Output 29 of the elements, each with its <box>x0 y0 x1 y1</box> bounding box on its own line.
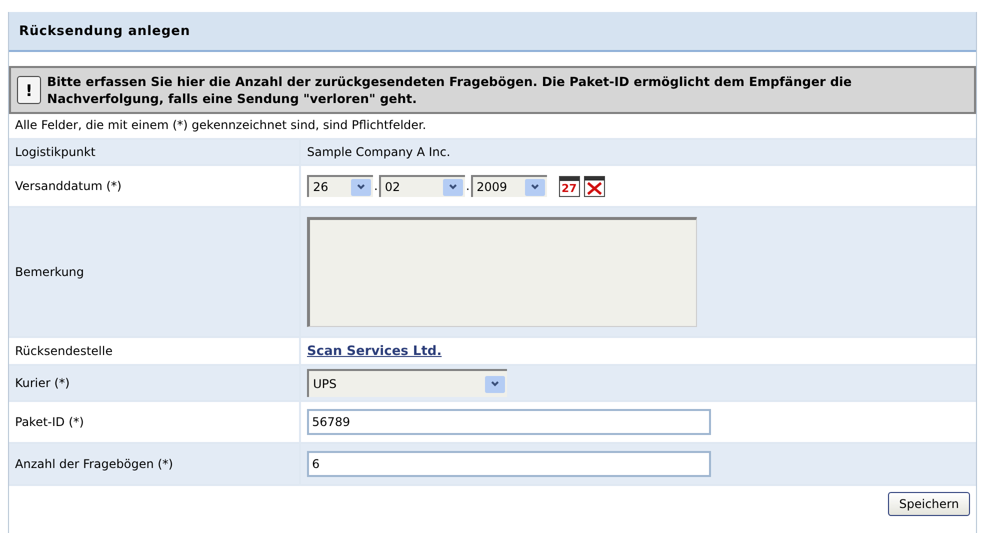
warning-icon: ! <box>17 76 41 104</box>
year-select[interactable]: 2009 <box>470 175 547 197</box>
calendar-icon[interactable]: 27 <box>558 176 580 196</box>
field-label: Kurier (*) <box>15 376 70 390</box>
input-field[interactable]: 56789 <box>307 409 711 435</box>
date-separator: . <box>373 179 379 193</box>
field-label: Versanddatum (*) <box>15 179 122 193</box>
remark-textarea[interactable] <box>307 217 697 327</box>
save-button[interactable]: Speichern <box>888 492 970 516</box>
input-field[interactable]: 6 <box>307 451 711 477</box>
date-separator: . <box>464 179 471 193</box>
panel-title: Rücksendung anlegen <box>19 24 190 38</box>
courier-select[interactable]: UPS <box>307 369 507 397</box>
notice-text: Bitte erfassen Sie hier die Anzahl der zurückgesendeten Fragebögen. Die Paket-ID ermöglicht dem Empfänger die Nachverfolgung, falls eine Sendung "verloren" geht. <box>47 73 853 107</box>
field-value: Sample Company A Inc. <box>307 145 450 159</box>
field-label: Logistikpunkt <box>15 145 96 159</box>
field-label: Rücksendestelle <box>15 344 113 358</box>
caret-icon <box>491 381 499 387</box>
return-location-link[interactable]: Scan Services Ltd. <box>307 344 442 358</box>
field-label: Bemerkung <box>15 265 84 279</box>
required-hint: Alle Felder, die mit einem (*) gekennzeichnet sind, sind Pflichtfelder. <box>15 118 426 132</box>
caret-icon <box>530 184 539 190</box>
month-select[interactable]: 02 <box>378 175 465 197</box>
field-label: Anzahl der Fragebögen (*) <box>15 457 174 471</box>
day-select[interactable]: 26 <box>307 175 373 197</box>
caret-icon <box>448 184 457 190</box>
clear-date-icon[interactable] <box>584 176 605 196</box>
field-label: Paket-ID (*) <box>15 415 84 429</box>
caret-icon <box>357 184 365 190</box>
